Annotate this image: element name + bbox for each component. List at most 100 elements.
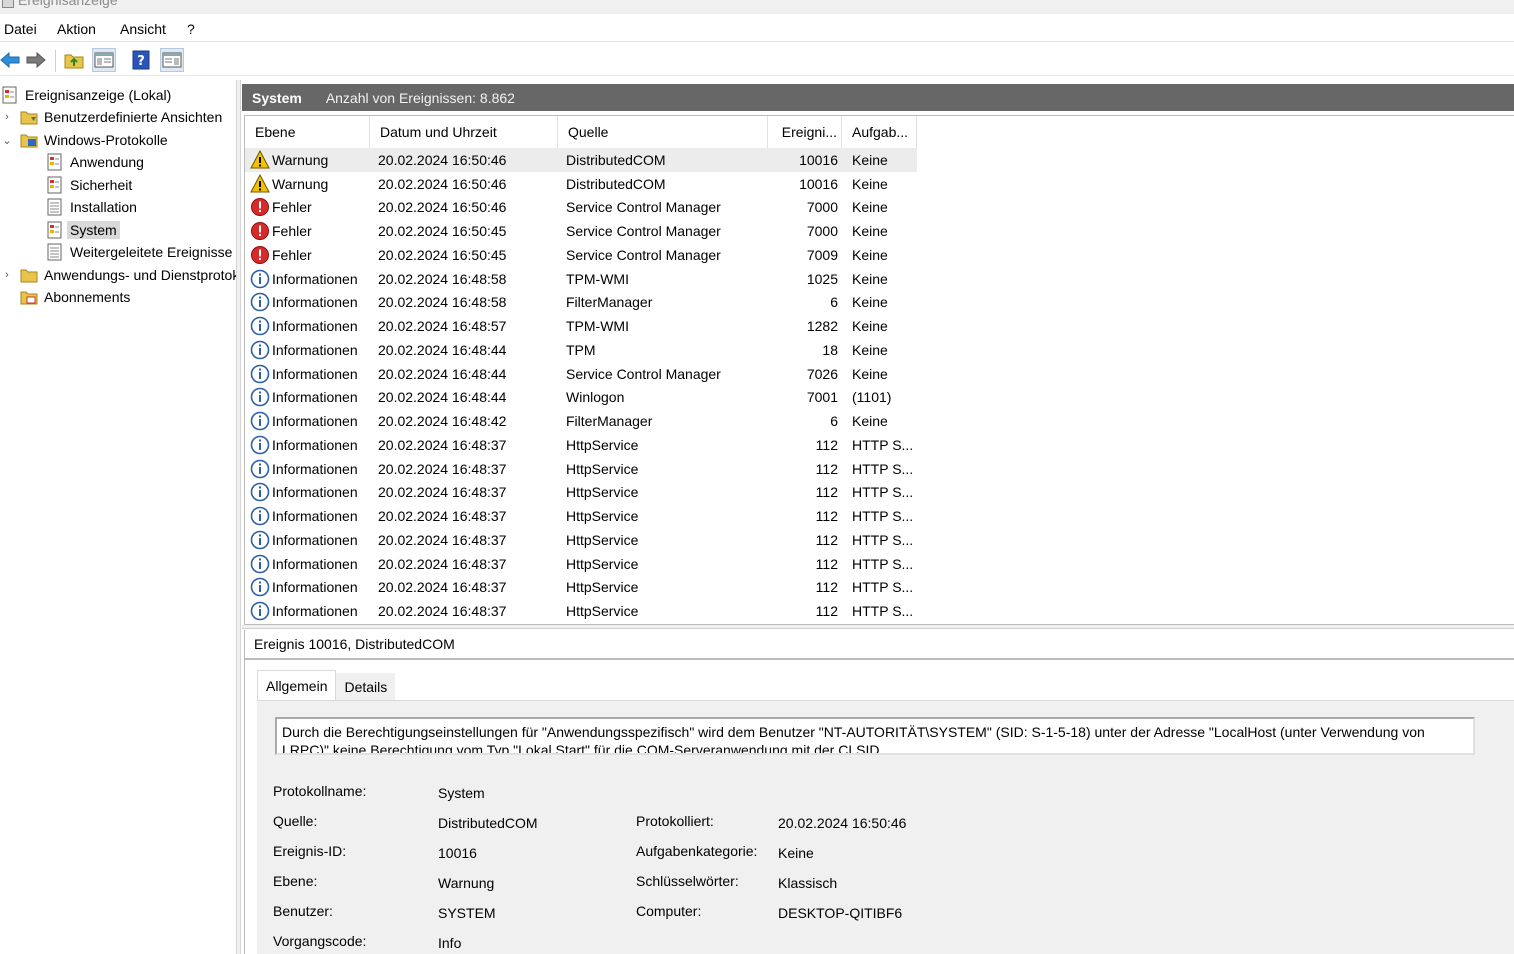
- cell-source: HttpService: [566, 579, 639, 596]
- event-row[interactable]: Informationen 20.02.2024 16:48:37 HttpServ…: [245, 457, 917, 481]
- event-grid: Ebene Datum und Uhrzeit Quelle Ereigni..…: [244, 115, 1514, 625]
- back-button[interactable]: [0, 48, 22, 72]
- event-row[interactable]: Informationen 20.02.2024 16:48:37 HttpServ…: [245, 599, 917, 623]
- event-row[interactable]: Informationen 20.02.2024 16:48:57 TPM-WMI 1…: [245, 314, 917, 338]
- app-icon: [2, 0, 14, 8]
- tree-splitter[interactable]: [236, 80, 241, 954]
- level-text: Informationen: [272, 460, 358, 477]
- value-protokolliert: 20.02.2024 16:50:46: [778, 815, 907, 831]
- cell-level: Informationen: [245, 316, 370, 336]
- col-header-ebene[interactable]: Ebene: [245, 116, 370, 148]
- event-row[interactable]: Informationen 20.02.2024 16:48:37 HttpServ…: [245, 528, 917, 552]
- tab-details[interactable]: Details: [336, 673, 396, 700]
- info-icon: [250, 292, 270, 312]
- event-row[interactable]: Informationen 20.02.2024 16:48:42 FilterMa…: [245, 409, 917, 433]
- tree-node-installation[interactable]: Installation: [46, 196, 137, 218]
- level-text: Fehler: [272, 223, 312, 240]
- event-row[interactable]: Informationen 20.02.2024 16:48:58 TPM-WMI 1…: [245, 267, 917, 291]
- menu-ansicht[interactable]: Ansicht: [120, 21, 166, 37]
- col-header-ereignis-id[interactable]: Ereigni...: [768, 116, 842, 148]
- event-row[interactable]: Fehler 20.02.2024 16:50:46 Service Control…: [245, 196, 917, 220]
- tree-node-app-services[interactable]: › Anwendungs- und Dienstprotokolle: [0, 264, 236, 286]
- level-text: Informationen: [272, 389, 358, 406]
- tree-node-root[interactable]: Ereignisanzeige (Lokal): [0, 84, 171, 106]
- error-icon: [250, 221, 270, 241]
- cell-level: Informationen: [245, 411, 370, 431]
- tree-node-subscriptions[interactable]: Abonnements: [0, 286, 130, 308]
- title-bar: Ereignisanzeige: [0, 0, 1514, 14]
- col-header-aufgabe[interactable]: Aufgab...: [842, 116, 917, 148]
- cell-event-id: 1282: [806, 318, 838, 335]
- event-row[interactable]: Informationen 20.02.2024 16:48:44 Winlogon…: [245, 386, 917, 410]
- info-icon: [250, 411, 270, 431]
- event-row[interactable]: Informationen 20.02.2024 16:48:37 HttpServ…: [245, 576, 917, 600]
- tree-node-custom-views[interactable]: › Benutzerdefinierte Ansichten: [0, 106, 222, 128]
- tree-node-system[interactable]: System: [46, 219, 120, 241]
- tab-panel-allgemein: Durch die Berechtigungseinstellungen für…: [257, 700, 1514, 954]
- expand-chevron-icon[interactable]: ›: [0, 111, 14, 123]
- label-ereignis-id: Ereignis-ID:: [273, 843, 347, 859]
- cell-datetime: 20.02.2024 16:48:42: [378, 413, 507, 430]
- cell-level: Warnung: [245, 173, 370, 194]
- menu-aktion[interactable]: Aktion: [57, 21, 96, 37]
- info-icon: [250, 601, 270, 621]
- info-icon: [250, 340, 270, 360]
- event-description[interactable]: Durch die Berechtigungseinstellungen für…: [275, 717, 1475, 755]
- collapse-chevron-icon[interactable]: ⌄: [0, 134, 14, 147]
- show-hide-action-pane-button[interactable]: [160, 48, 184, 72]
- event-row[interactable]: Informationen 20.02.2024 16:48:44 Service …: [245, 362, 917, 386]
- cell-datetime: 20.02.2024 16:48:44: [378, 341, 507, 358]
- tree-node-anwendung[interactable]: Anwendung: [46, 151, 144, 173]
- pane-splitter[interactable]: [242, 625, 1514, 629]
- info-icon: [250, 435, 270, 455]
- cell-source: TPM-WMI: [566, 318, 629, 335]
- event-row[interactable]: Informationen 20.02.2024 16:48:58 FilterMa…: [245, 291, 917, 315]
- event-row[interactable]: Informationen 20.02.2024 16:48:37 HttpServ…: [245, 433, 917, 457]
- tree-label-forwarded: Weitergeleitete Ereignisse: [70, 244, 233, 260]
- folder-icon: [20, 269, 38, 283]
- event-row[interactable]: Informationen 20.02.2024 16:48:37 HttpServ…: [245, 481, 917, 505]
- event-row[interactable]: Warnung 20.02.2024 16:50:46 DistributedCOM…: [245, 172, 917, 196]
- col-header-quelle[interactable]: Quelle: [558, 116, 768, 148]
- level-text: Informationen: [272, 555, 358, 572]
- tree-node-sicherheit[interactable]: Sicherheit: [46, 174, 132, 196]
- cell-datetime: 20.02.2024 16:48:37: [378, 460, 507, 477]
- menu-help[interactable]: ?: [187, 21, 195, 37]
- level-text: Fehler: [272, 246, 312, 263]
- show-hide-tree-button[interactable]: [92, 48, 116, 72]
- tab-allgemein[interactable]: Allgemein: [257, 670, 337, 700]
- level-text: Informationen: [272, 413, 358, 430]
- event-detail-pane: Ereignis 10016, DistributedCOM Allgemein…: [244, 630, 1514, 954]
- event-row[interactable]: Warnung 20.02.2024 16:50:46 DistributedCOM…: [245, 148, 917, 172]
- event-row[interactable]: Informationen 20.02.2024 16:48:44 TPM 18 Kei…: [245, 338, 917, 362]
- event-row[interactable]: Fehler 20.02.2024 16:50:45 Service Control…: [245, 219, 917, 243]
- level-text: Informationen: [272, 270, 358, 287]
- event-row[interactable]: Fehler 20.02.2024 16:50:45 Service Control…: [245, 243, 917, 267]
- cell-source: HttpService: [566, 484, 639, 501]
- menu-datei[interactable]: Datei: [4, 21, 37, 37]
- level-text: Informationen: [272, 484, 358, 501]
- cell-level: Informationen: [245, 577, 370, 597]
- value-vorgangscode: Info: [438, 935, 462, 951]
- event-row[interactable]: Informationen 20.02.2024 16:48:37 HttpServ…: [245, 552, 917, 576]
- cell-event-id: 10016: [799, 151, 838, 168]
- cell-task: Keine: [852, 223, 888, 240]
- value-computer: DESKTOP-QITIBF6: [778, 905, 903, 921]
- forward-button[interactable]: [24, 48, 48, 72]
- help-button[interactable]: ?: [129, 48, 153, 72]
- tree-node-windows-logs[interactable]: ⌄ Windows-Protokolle: [0, 129, 168, 151]
- tree-label-anwendung: Anwendung: [70, 154, 144, 170]
- info-icon: [250, 364, 270, 384]
- event-row[interactable]: Informationen 20.02.2024 16:48:37 HttpServ…: [245, 504, 917, 528]
- tree-label-windows-logs: Windows-Protokolle: [44, 132, 168, 148]
- detail-title: Ereignis 10016, DistributedCOM: [245, 630, 1514, 660]
- expand-chevron-icon[interactable]: ›: [0, 269, 14, 281]
- cell-level: Informationen: [245, 292, 370, 312]
- tree-node-forwarded[interactable]: Weitergeleitete Ereignisse: [46, 241, 232, 263]
- cell-datetime: 20.02.2024 16:48:37: [378, 603, 507, 620]
- forward-arrow-icon: [26, 52, 46, 68]
- up-level-button[interactable]: [62, 48, 86, 72]
- tree-label-root: Ereignisanzeige (Lokal): [25, 87, 172, 103]
- cell-event-id: 7000: [806, 223, 838, 240]
- col-header-datum[interactable]: Datum und Uhrzeit: [370, 116, 558, 148]
